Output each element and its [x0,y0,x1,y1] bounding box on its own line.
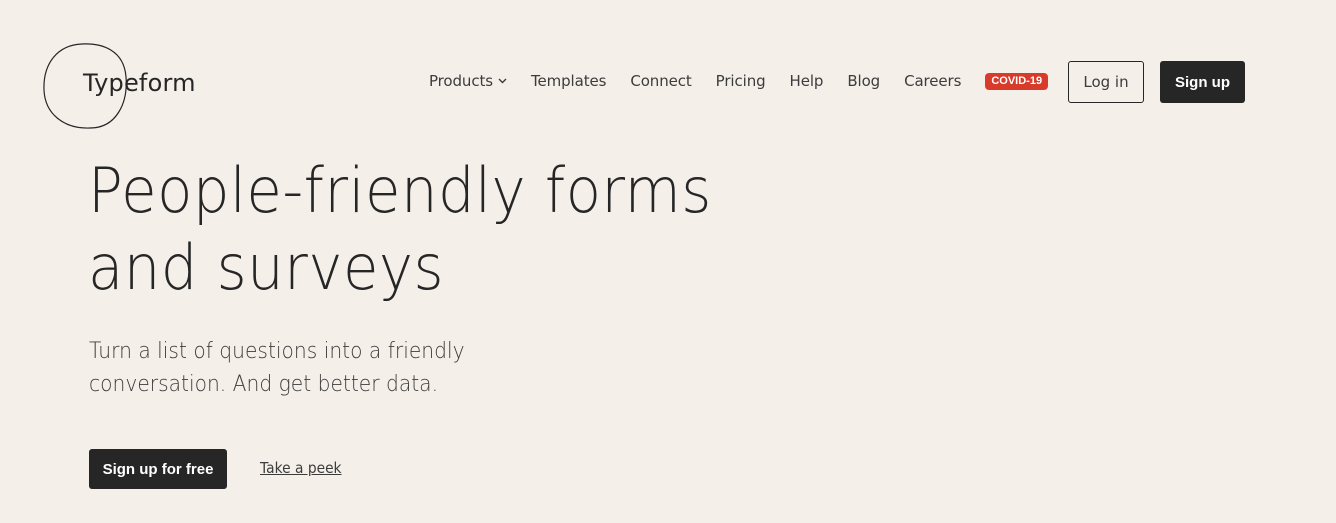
nav-item-label: Connect [630,72,692,90]
chevron-down-icon [498,78,507,84]
covid-badge[interactable]: COVID-19 [985,72,1049,90]
hero-subtitle-line-2: conversation. And get better data. [89,372,439,397]
hero-title-line-2: and surveys [88,231,444,304]
login-button[interactable]: Log in [1068,61,1144,103]
page: Typeform Products Templates Connect Pric… [0,0,1336,523]
nav-item-label: Products [429,72,493,90]
nav-item-careers[interactable]: Careers [904,72,961,90]
nav-item-connect[interactable]: Connect [630,72,691,90]
nav-item-help[interactable]: Help [790,72,824,90]
nav-item-label: Pricing [715,72,766,90]
nav-item-label: Careers [904,72,962,90]
nav-item-products[interactable]: Products [429,72,507,90]
signup-button[interactable]: Sign up [1160,61,1245,103]
signup-for-free-button[interactable]: Sign up for free [89,449,227,489]
nav-item-blog[interactable]: Blog [847,72,880,90]
nav-item-label: Blog [847,72,881,90]
nav-item-label: Help [789,72,824,90]
nav-item-pricing[interactable]: Pricing [716,72,766,90]
hero-subtitle-line-1: Turn a list of questions into a friendly [89,339,465,364]
logo-text: Typeform [83,69,196,97]
take-a-peek-link[interactable]: Take a peek [260,459,342,477]
nav-item-label: Templates [530,72,607,90]
main-nav: Products Templates Connect Pricing Help … [429,70,1049,92]
hero-title-line-1: People-friendly forms [88,154,712,227]
nav-item-templates[interactable]: Templates [531,72,606,90]
hero-subtitle: Turn a list of questions into a friendly… [89,335,494,401]
typeform-logo[interactable]: Typeform [42,42,202,132]
hero-title: People-friendly forms and surveys [88,152,739,306]
